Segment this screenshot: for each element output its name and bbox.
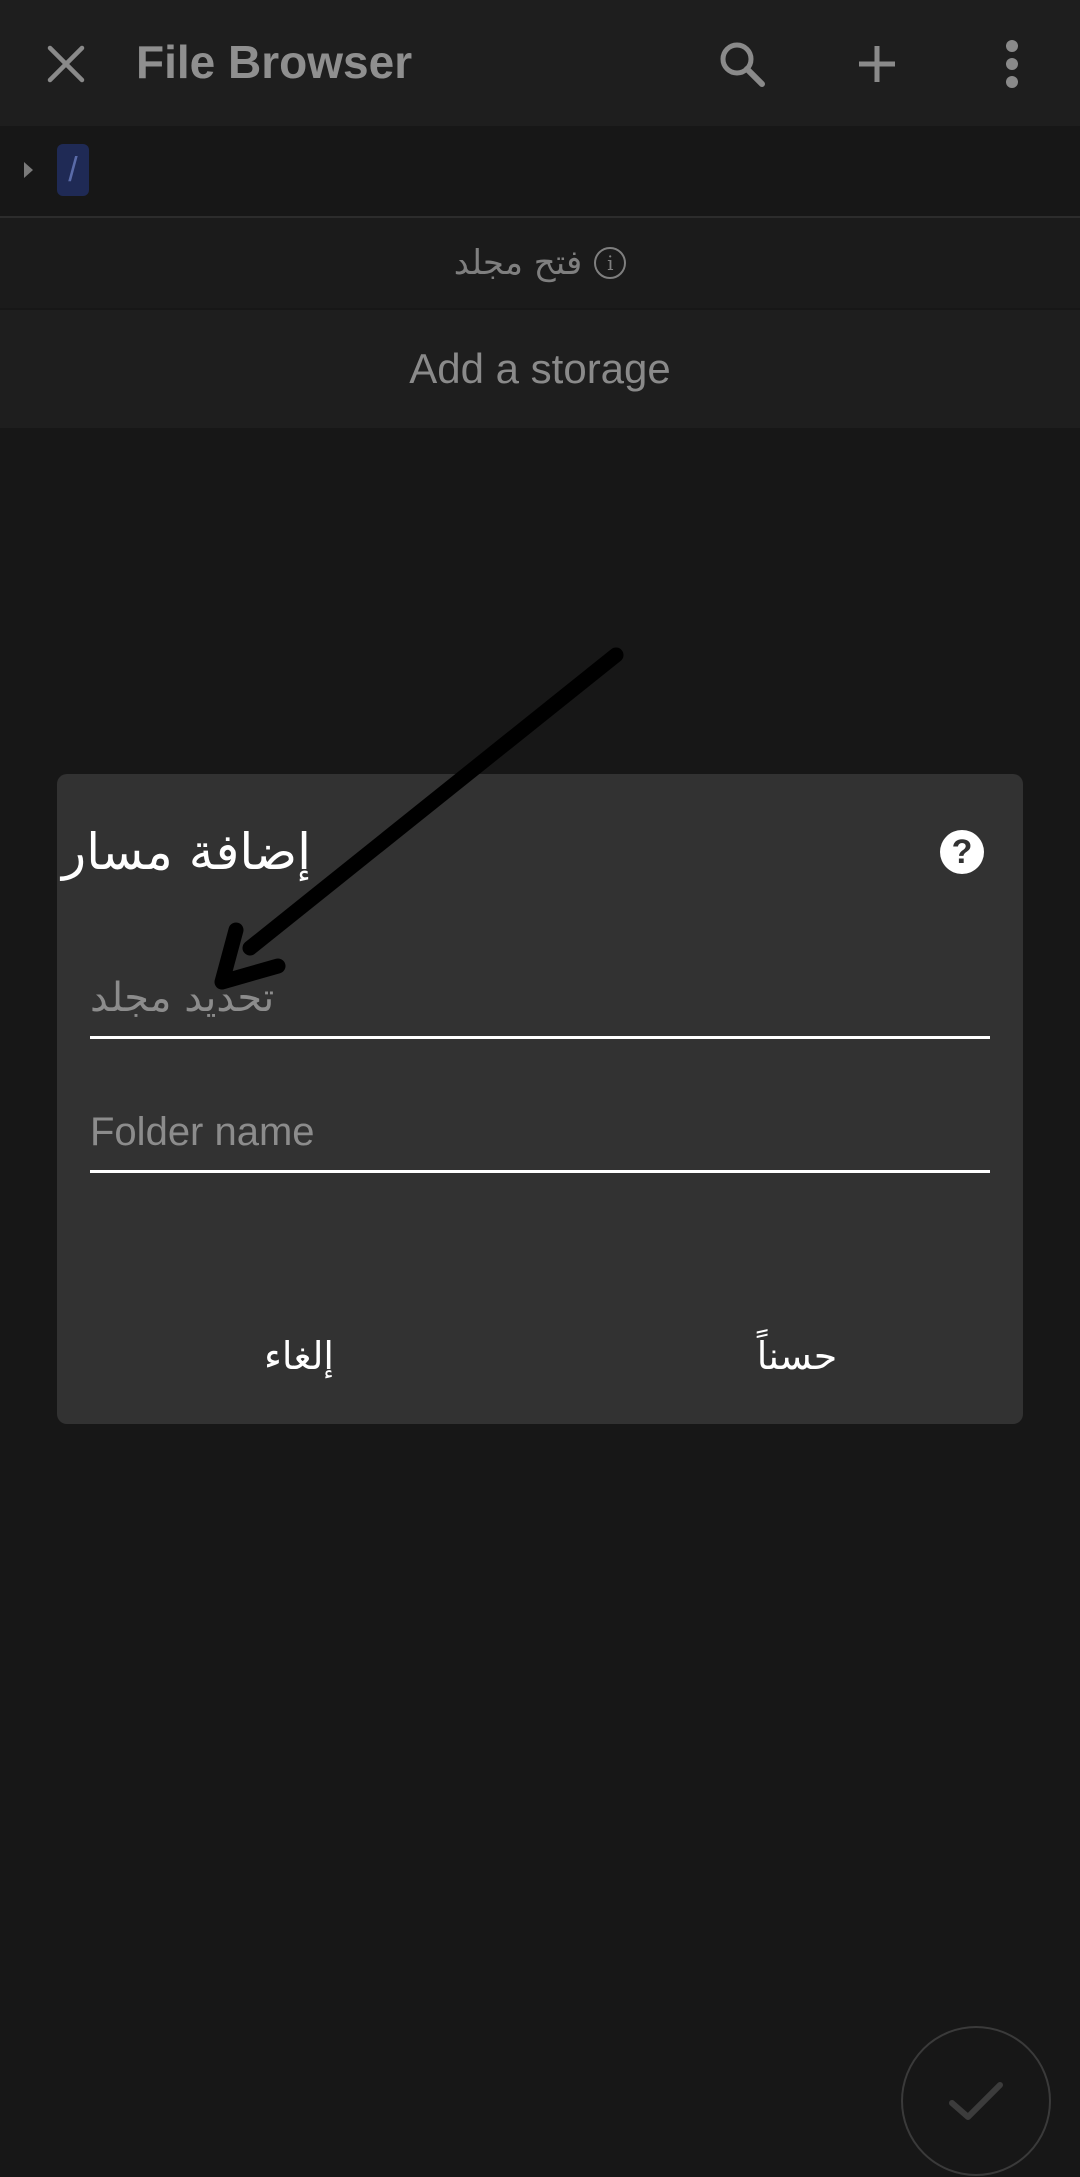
folder-name-field[interactable] [90,1098,990,1173]
app-title: File Browser [136,36,413,88]
more-options-button[interactable] [976,28,1048,100]
add-button[interactable] [841,28,913,100]
help-icon[interactable]: ? [940,830,984,874]
cancel-button[interactable]: إلغاء [199,1306,399,1406]
more-vert-icon [1006,40,1018,88]
search-button[interactable] [706,28,778,100]
folder-select-field[interactable] [90,964,990,1039]
search-icon [720,42,765,87]
chevron-right-icon[interactable] [24,162,33,178]
ok-button[interactable]: حسناً [697,1306,897,1406]
dialog-title: إضافة مسار [62,823,311,881]
info-icon: i [594,247,627,279]
open-folder-row[interactable]: فتح مجلد i [0,218,1080,308]
folder-name-input[interactable] [90,1098,990,1166]
breadcrumb: / [0,126,1080,218]
close-button[interactable] [30,28,102,100]
top-app-bar: File Browser [0,0,1080,126]
confirm-fab[interactable] [901,2026,1051,2176]
plus-icon [859,46,895,82]
check-icon [949,2082,1003,2120]
folder-select-input[interactable] [90,964,990,1032]
open-folder-label: فتح مجلد [453,243,583,283]
file-browser-screen: File Browser / فتح مجلد i Add a storage … [0,0,1080,2177]
close-icon [47,45,85,83]
breadcrumb-root[interactable]: / [57,144,89,196]
add-path-dialog: إضافة مسار ? حسناً إلغاء [57,774,1023,1424]
add-storage-button[interactable]: Add a storage [0,310,1080,428]
